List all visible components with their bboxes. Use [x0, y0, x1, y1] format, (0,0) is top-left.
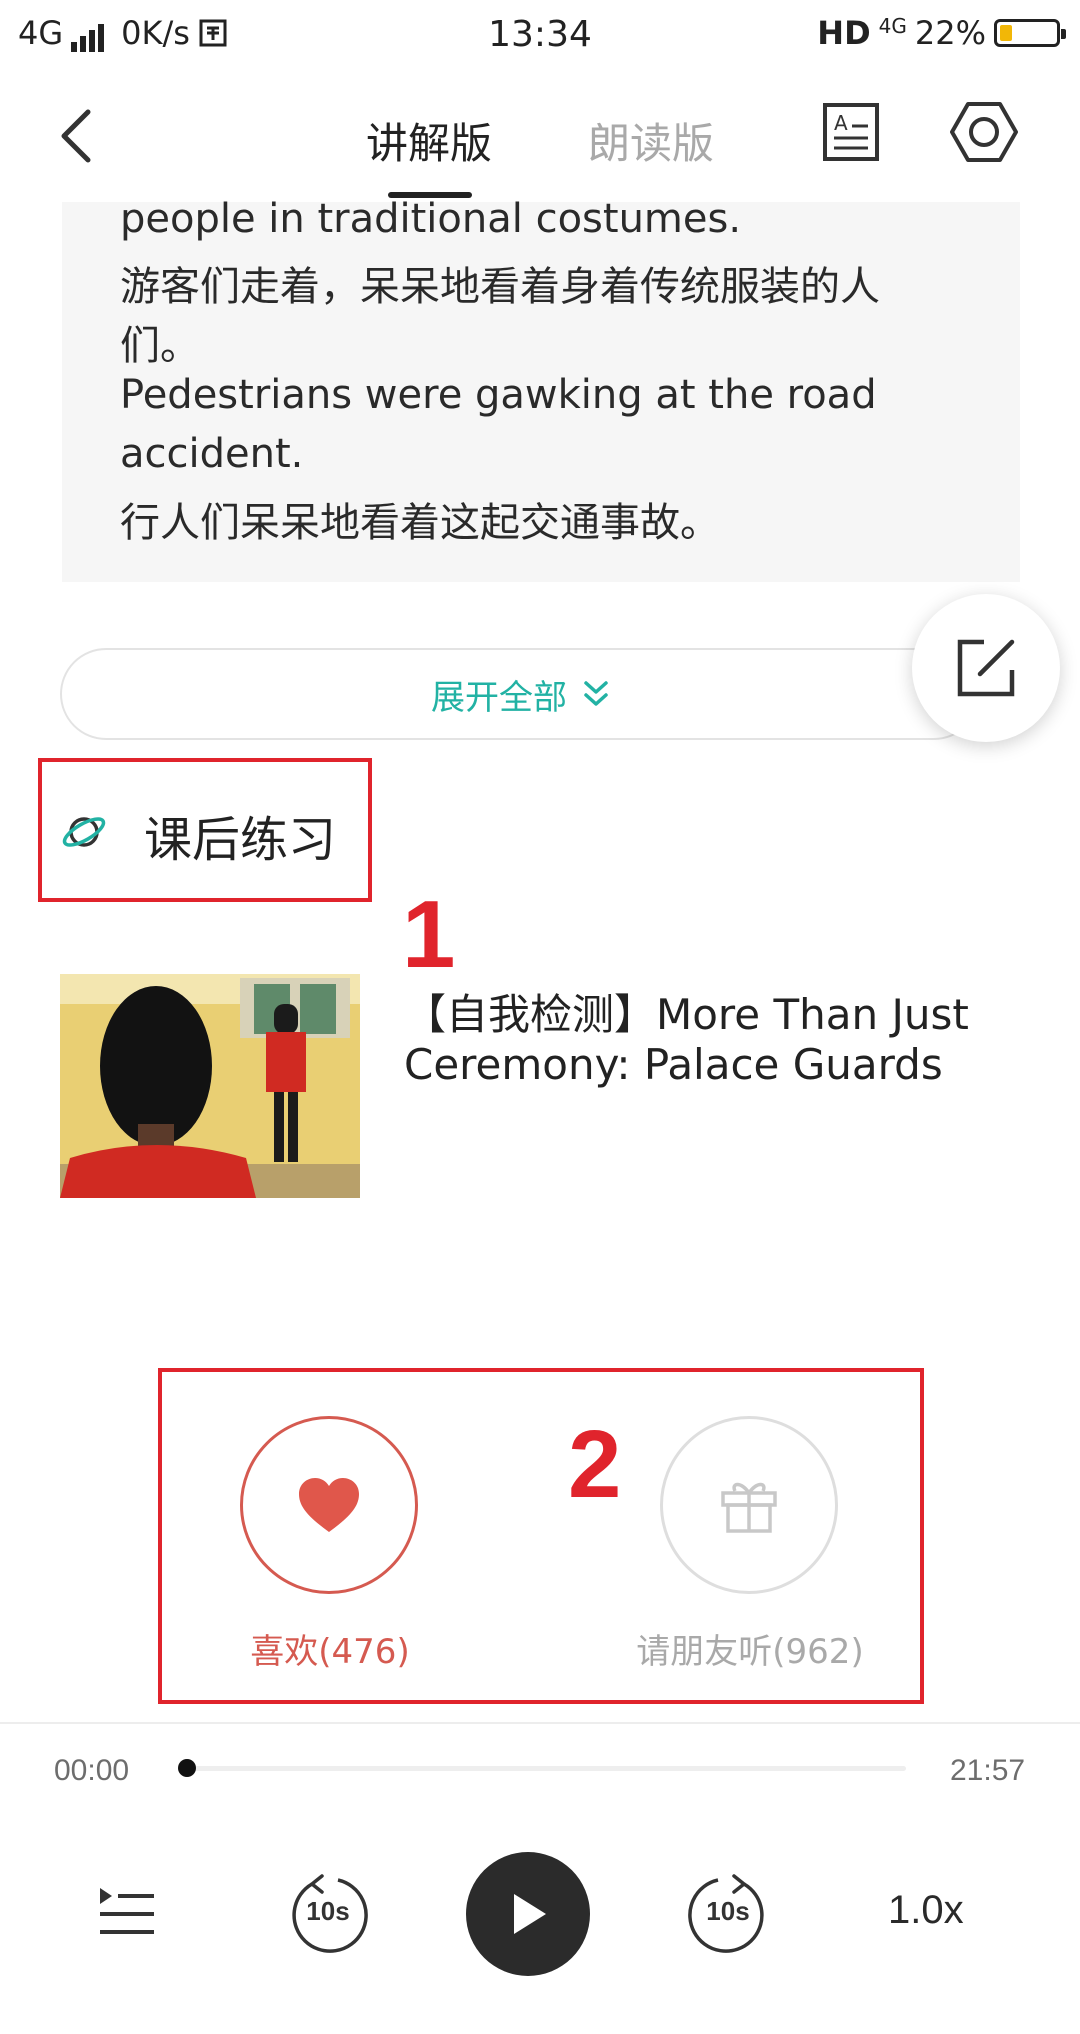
heart-icon [299, 1478, 359, 1532]
current-time: 00:00 [54, 1754, 130, 1787]
forward-label: 10s [706, 1896, 750, 1926]
edit-note-button[interactable] [912, 594, 1060, 742]
planet-icon [62, 817, 106, 847]
hd-badge: HD [817, 14, 871, 52]
double-chevron-down-icon [584, 681, 608, 706]
lesson-title[interactable]: 【自我检测】More Than Just Ceremony: Palace Gu… [404, 990, 1044, 1090]
annotation-label-1: 1 [402, 881, 456, 988]
tab-explain[interactable]: 讲解版 [366, 110, 492, 171]
playlist-icon[interactable] [96, 1884, 156, 1940]
like-count-label[interactable]: 喜欢(476) [200, 1624, 460, 1673]
forward-10s-button[interactable]: 10s [686, 1872, 770, 1956]
content-line: 游客们走着，呆呆地看着身着传统服装的人 [120, 264, 880, 310]
content-line: 们。 [120, 323, 200, 369]
battery-icon [994, 19, 1066, 47]
share-count-label[interactable]: 请朋友听(962) [600, 1624, 900, 1673]
play-icon [514, 1894, 546, 1934]
playback-speed-button[interactable]: 1.0x [888, 1888, 964, 1933]
svg-text:A: A [834, 111, 848, 135]
content-line: people in traditional costumes. [120, 196, 742, 242]
expand-all-button[interactable]: 展开全部 [60, 648, 980, 740]
player-divider [0, 1722, 1080, 1724]
share-with-friend-button[interactable] [660, 1416, 838, 1594]
rewind-10s-button[interactable]: 10s [286, 1872, 370, 1956]
lesson-thumbnail[interactable] [60, 974, 360, 1198]
status-bar: 4G 0K/s 13:34 HD 4G 22% [0, 0, 1080, 72]
content-line: 行人们呆呆地看着这起交通事故。 [120, 500, 720, 546]
settings-hexagon-icon[interactable] [950, 100, 1018, 164]
back-icon[interactable] [54, 106, 98, 166]
rewind-label: 10s [306, 1896, 350, 1926]
content-line: accident. [120, 431, 304, 477]
annotation-label-2: 2 [568, 1411, 622, 1518]
text-document-icon[interactable]: A [822, 102, 880, 162]
gift-icon [721, 1482, 777, 1533]
tab-read[interactable]: 朗读版 [588, 110, 714, 171]
play-button[interactable] [466, 1852, 590, 1976]
section-title: 课后练习 [144, 812, 337, 868]
progress-track[interactable] [186, 1766, 906, 1771]
progress-handle[interactable] [178, 1759, 196, 1777]
network-type-2: 4G [878, 14, 907, 38]
total-time: 21:57 [950, 1754, 1026, 1787]
battery-percent: 22% [914, 14, 986, 52]
edit-icon [957, 639, 1015, 697]
expand-all-label: 展开全部 [431, 677, 567, 718]
like-button[interactable] [240, 1416, 418, 1594]
status-right: HD 4G 22% [817, 14, 1066, 52]
content-line: Pedestrians were gawking at the road [120, 372, 877, 418]
top-nav: 讲解版 朗读版 A [0, 72, 1080, 202]
